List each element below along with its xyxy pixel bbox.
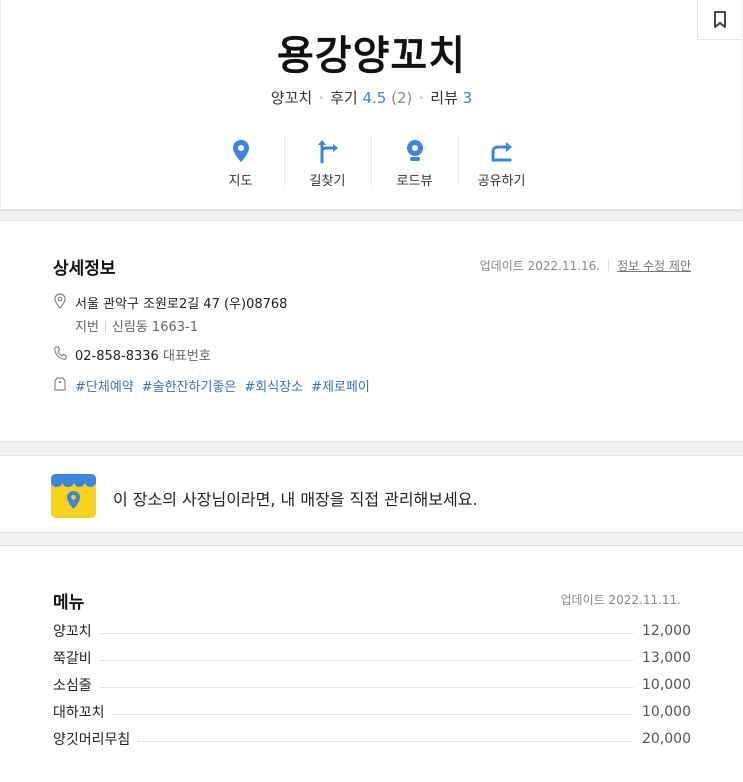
place-header-card: 용강양꼬치 양꼬치 • 후기 4.5 (2) • 리뷰 3 지도 길찾기 로드뷰… [1,0,742,210]
place-title: 용강양꼬치 [277,33,466,79]
suggest-edit-link[interactable]: 정보 수정 제안 [617,259,691,273]
location-icon [54,293,66,309]
menu-item: 양깃머리무침 20,000 [53,729,691,749]
details-update-info: 업데이트 2022.11.16. 정보 수정 제안 [480,257,691,274]
directions-icon [317,140,338,164]
roadview-icon [406,140,423,161]
menu-item: 양꼬치 12,000 [53,621,691,641]
phone-label: 대표번호 [162,349,211,364]
roadview-button[interactable]: 로드뷰 [371,134,458,190]
menu-item-price: 20,000 [642,731,691,747]
store-owner-icon [51,474,96,518]
tag-link[interactable]: #제로페이 [311,380,370,395]
blog-review-count: 3 [462,89,473,107]
menu-item: 대하꼬치 10,000 [53,702,691,722]
menu-item: 쭉갈비 13,000 [53,648,691,668]
menu-item-price: 10,000 [642,677,691,693]
lot-label: 지번 [75,320,99,335]
place-summary: 양꼬치 • 후기 4.5 (2) • 리뷰 3 [270,89,473,107]
tag-link[interactable]: #회식장소 [244,380,303,395]
menu-section: 메뉴 업데이트 2022.11.11. 양꼬치 12,000 쭉갈비 13,000 … [0,545,743,782]
menu-item-price: 10,000 [642,704,691,720]
menu-item-price: 13,000 [642,650,691,666]
menu-item-name: 양꼬치 [53,624,92,640]
menu-item-name: 양깃머리무침 [53,732,131,748]
lot-address: 신림동 1663-1 [111,320,198,335]
menu-updated-date: 업데이트 2022.11.11. [560,593,682,607]
owner-message: 이 장소의 사장님이라면, 내 매장을 직접 관리해보세요. [113,490,478,509]
details-section: 상세정보 업데이트 2022.11.16. 정보 수정 제안 서울 관악구 조원로… [0,220,743,442]
owner-banner[interactable]: 이 장소의 사장님이라면, 내 매장을 직접 관리해보세요. [0,455,743,533]
details-updated-date: 업데이트 2022.11.16. [479,259,601,273]
menu-item-price: 12,000 [642,623,691,639]
menu-item: 소심줄 10,000 [53,675,691,695]
map-pin-icon [232,140,249,162]
share-button[interactable]: 공유하기 [458,134,545,190]
blog-review-link[interactable]: 리뷰 3 [430,89,472,107]
phone-icon [54,346,67,361]
menu-item-name: 대하꼬치 [53,705,105,721]
menu-item-name: 쭉갈비 [53,651,92,667]
details-title: 상세정보 [53,259,116,279]
directions-button[interactable]: 길찾기 [284,134,371,190]
category: 양꼬치 [270,89,313,107]
menu-item-name: 소심줄 [53,678,92,694]
tag-link[interactable]: #단체예약 [75,380,134,395]
map-button[interactable]: 지도 [197,134,284,190]
lot-address-row: 지번 신림동 1663-1 [75,316,198,335]
address-text: 서울 관악구 조원로2길 47 (우)08768 [75,297,288,312]
review-link[interactable]: 후기 4.5 (2) [330,89,412,107]
tag-link[interactable]: #술한잔하기좋은 [142,380,237,395]
menu-title: 메뉴 [53,593,85,613]
share-icon [491,142,512,162]
tag-icon [54,377,66,391]
phone-number[interactable]: 02-858-8336 [75,349,159,364]
rating: 4.5 [362,89,387,107]
rating-count: (2) [391,89,413,107]
action-bar: 지도 길찾기 로드뷰 공유하기 [197,134,545,190]
